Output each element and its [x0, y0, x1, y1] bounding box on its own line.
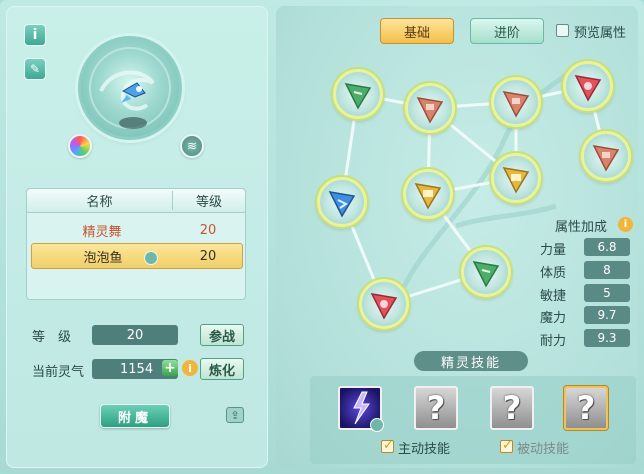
node-green-1[interactable]	[333, 69, 383, 119]
red-rune-icon	[370, 293, 398, 320]
node-salmon-1[interactable]	[405, 83, 455, 133]
passive-skill-checkbox[interactable]: ✓	[500, 438, 513, 453]
refresh-icon	[370, 418, 384, 432]
skill-slot-unknown-gold[interactable]: ?	[564, 386, 608, 430]
node-red-2[interactable]	[359, 279, 409, 329]
tab-advanced[interactable]: 进阶	[470, 18, 544, 44]
node-salmon-3[interactable]	[581, 131, 631, 181]
passive-skill-label: 被动技能	[517, 442, 570, 457]
attr-value-endurance: 9.3	[584, 329, 630, 347]
attr-value-strength: 6.8	[584, 238, 630, 256]
node-yellow-1[interactable]	[491, 153, 541, 203]
blue-rune-icon	[328, 191, 356, 218]
preview-label: 预览属性	[574, 26, 627, 41]
active-skill-label: 主动技能	[398, 442, 451, 457]
attr-value-constitution: 8	[584, 261, 630, 279]
salmon-rune-icon	[502, 91, 530, 118]
node-red-1[interactable]	[563, 61, 613, 111]
salmon-rune-icon	[416, 97, 444, 124]
attr-value-agility: 5	[584, 284, 630, 302]
skill-slot-lightning[interactable]	[338, 386, 384, 432]
attr-value-magic: 9.7	[584, 306, 630, 324]
node-salmon-2[interactable]	[491, 77, 541, 127]
green-rune-icon	[344, 83, 372, 110]
attribute-bonus-title: 属性加成	[555, 220, 608, 235]
preview-checkbox[interactable]	[556, 24, 569, 37]
tab-basic[interactable]: 基础	[380, 18, 454, 44]
node-yellow-2[interactable]	[403, 169, 453, 219]
yellow-rune-icon	[502, 167, 530, 194]
attr-label-constitution: 体质	[540, 266, 567, 281]
check-icon: ✓	[383, 438, 394, 453]
green-rune-icon	[472, 261, 500, 288]
active-skill-checkbox[interactable]: ✓	[381, 438, 394, 453]
help-icon[interactable]: i	[618, 217, 633, 232]
spirit-window: i ✎ ≋ 名称 等级 精灵舞 20 泡泡鱼 20 等 级 20 参战 当前灵气…	[0, 0, 644, 474]
attr-label-endurance: 耐力	[540, 334, 567, 349]
spirit-skills-title: 精灵技能	[414, 351, 528, 371]
attr-label-agility: 敏捷	[540, 289, 567, 304]
check-icon: ✓	[502, 438, 513, 453]
node-blue-1[interactable]	[317, 177, 367, 227]
attr-label-magic: 魔力	[540, 311, 567, 326]
salmon-rune-icon	[592, 145, 620, 172]
attr-label-strength: 力量	[540, 243, 567, 258]
node-green-2[interactable]	[461, 247, 511, 297]
yellow-rune-icon	[414, 183, 442, 210]
skill-slot-unknown[interactable]: ?	[414, 386, 458, 430]
skill-slot-unknown[interactable]: ?	[490, 386, 534, 430]
red-rune-icon	[574, 75, 602, 102]
